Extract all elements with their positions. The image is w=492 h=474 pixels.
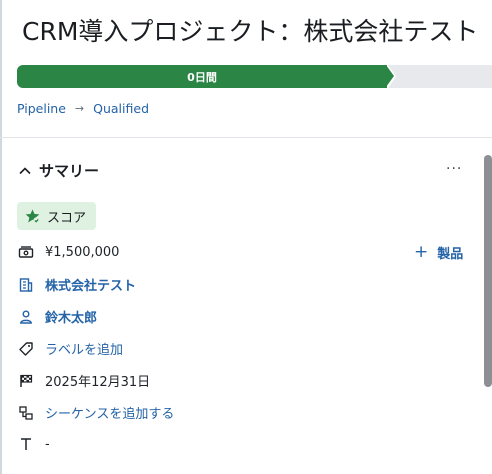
add-product-button[interactable]: + 製品 xyxy=(414,242,463,262)
star-badge-icon xyxy=(24,208,41,225)
person-icon xyxy=(17,308,35,326)
add-label-link[interactable]: ラベルを追加 xyxy=(45,339,123,358)
score-badge[interactable]: スコア xyxy=(17,202,97,230)
sequence-icon xyxy=(17,404,35,422)
flag-icon xyxy=(17,372,35,390)
text-field-value: - xyxy=(45,436,50,452)
amount-value: ¥1,500,000 xyxy=(45,244,120,260)
add-sequence-link[interactable]: シーケンスを追加する xyxy=(45,403,174,422)
due-date-value: 2025年12月31日 xyxy=(45,375,151,390)
stage-active-label: 0日間 xyxy=(187,70,217,84)
text-icon xyxy=(17,435,35,453)
company-row[interactable]: 株式会社テスト xyxy=(17,275,136,294)
money-icon xyxy=(17,243,35,261)
stage-active[interactable]: 0日間 xyxy=(17,65,387,88)
panel-left-border xyxy=(0,0,2,474)
due-date-row[interactable]: 2025年12月31日 xyxy=(17,371,150,390)
add-product-label: 製品 xyxy=(437,246,464,262)
sequence-row[interactable]: シーケンスを追加する xyxy=(17,403,174,422)
more-options-icon[interactable]: ··· xyxy=(446,161,462,177)
scrollbar[interactable] xyxy=(484,155,492,387)
arrow-right-icon: → xyxy=(74,102,85,115)
divider xyxy=(0,137,492,138)
text-field-row[interactable]: - xyxy=(17,435,50,453)
building-icon xyxy=(17,276,35,294)
page-title: CRM導入プロジェクト：株式会社テスト xyxy=(22,17,479,46)
chevron-up-icon[interactable] xyxy=(17,163,33,179)
plus-icon: + xyxy=(414,242,429,262)
breadcrumb: Pipeline → Qualified xyxy=(17,101,149,116)
amount-row[interactable]: ¥1,500,000 xyxy=(17,243,119,261)
label-row[interactable]: ラベルを追加 xyxy=(17,339,123,358)
tag-icon xyxy=(17,340,35,358)
owner-row[interactable]: 鈴木太郎 xyxy=(17,307,97,326)
breadcrumb-qualified[interactable]: Qualified xyxy=(93,101,149,116)
summary-title: サマリー xyxy=(39,162,100,180)
score-label: スコア xyxy=(47,210,87,226)
summary-header[interactable]: サマリー xyxy=(17,160,99,181)
owner-link[interactable]: 鈴木太郎 xyxy=(45,307,97,326)
pipeline-stage-bar[interactable]: 0日間 xyxy=(17,65,492,88)
stage-next[interactable] xyxy=(388,65,492,88)
breadcrumb-pipeline[interactable]: Pipeline xyxy=(17,101,66,116)
company-link[interactable]: 株式会社テスト xyxy=(45,275,136,294)
